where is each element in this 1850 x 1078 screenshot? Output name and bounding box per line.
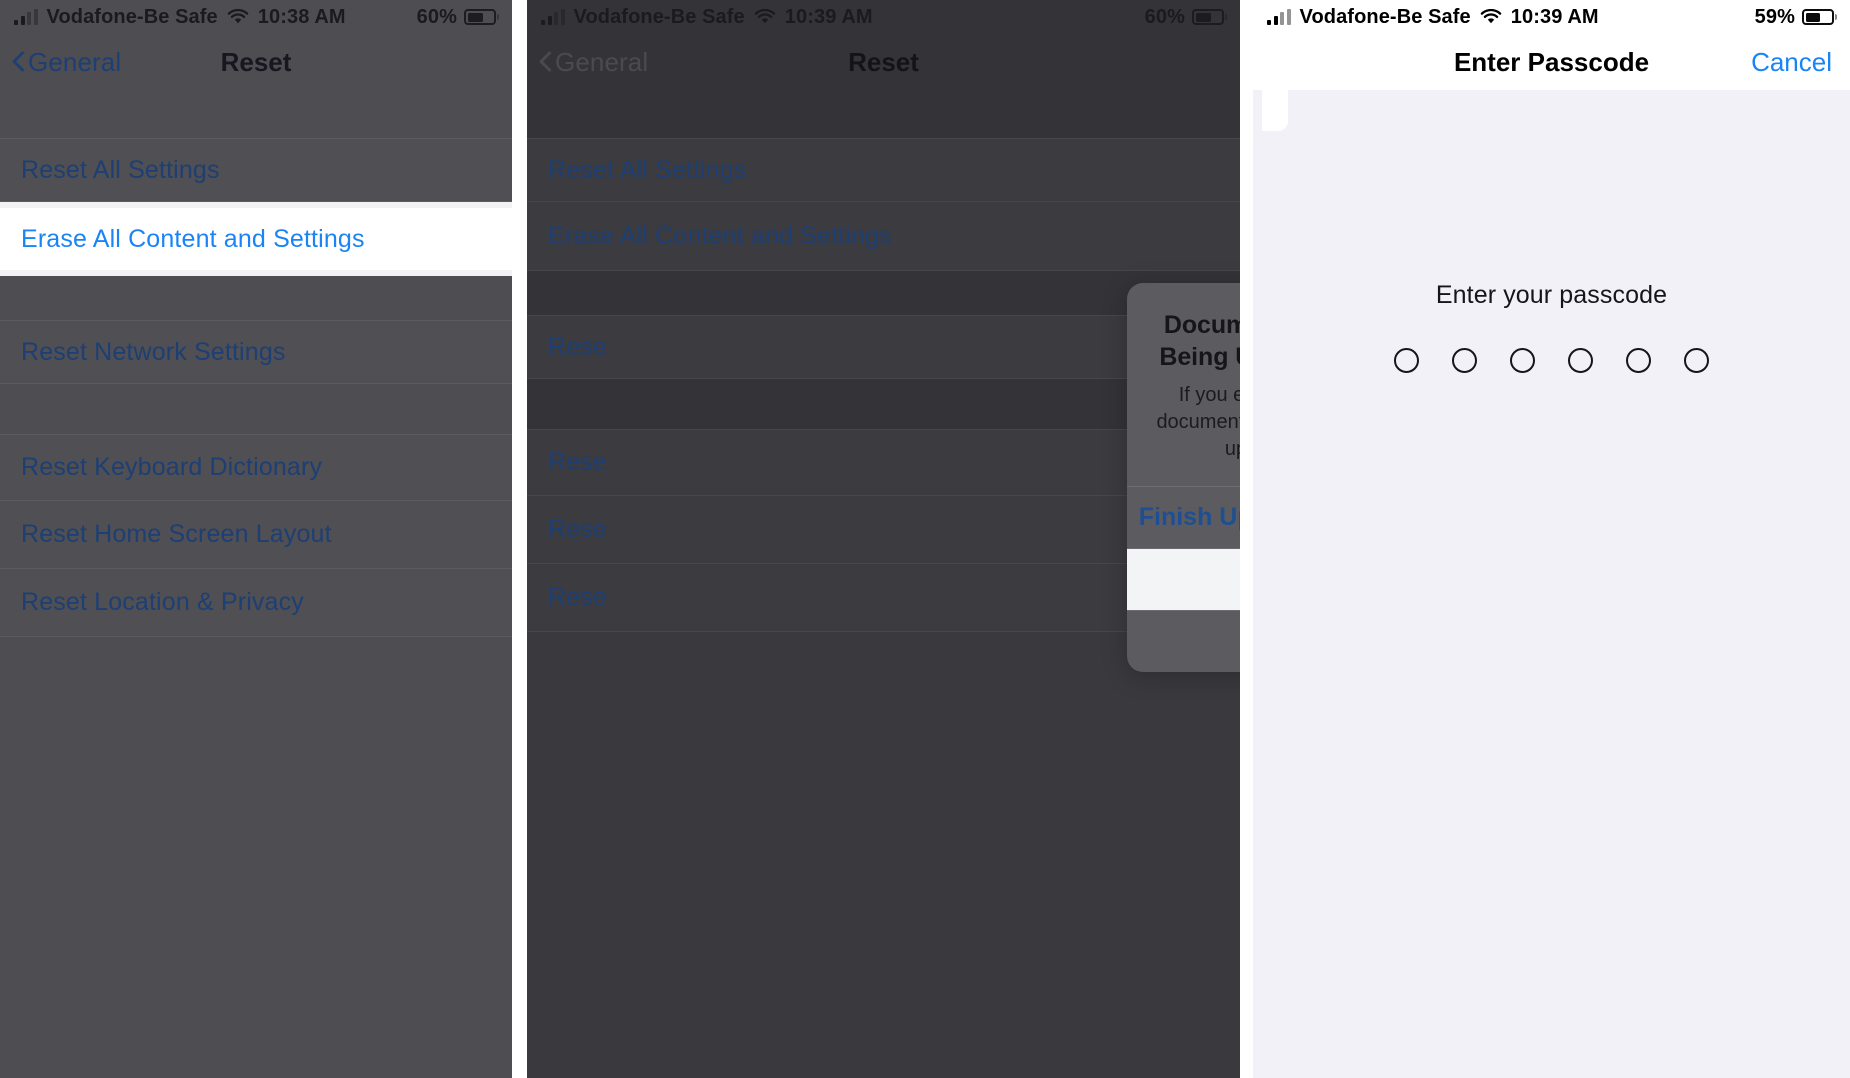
list-item-reset-all-settings[interactable]: Reset All Settings bbox=[527, 139, 1240, 201]
wifi-icon bbox=[1480, 9, 1502, 25]
status-bar-right: 60% bbox=[1145, 6, 1224, 29]
list-item-label: Reset Location & Privacy bbox=[21, 588, 304, 616]
list-item-label: Reset Network Settings bbox=[21, 337, 286, 366]
carrier-label: Vodafone-Be Safe bbox=[573, 5, 745, 28]
status-bar-right: 60% bbox=[417, 6, 496, 29]
back-button-general[interactable]: General bbox=[0, 47, 121, 78]
list-item-label: Reset All Settings bbox=[548, 155, 747, 184]
status-bar: Vodafone-Be Safe 10:39 AM 59% bbox=[1253, 0, 1850, 34]
phone-screen-reset-list: Vodafone-Be Safe 10:38 AM 60% General Re… bbox=[0, 0, 512, 1078]
chevron-left-icon bbox=[12, 51, 25, 73]
status-bar: Vodafone-Be Safe 10:38 AM 60% bbox=[0, 0, 512, 34]
list-item-reset-home-screen-layout[interactable]: Reset Home Screen Layout bbox=[0, 501, 512, 568]
cellular-signal-icon bbox=[14, 9, 38, 25]
battery-icon bbox=[1192, 9, 1224, 25]
list-item-reset-location-and-privacy[interactable]: Reset Location & Privacy bbox=[0, 569, 512, 636]
chevron-left-icon bbox=[539, 51, 552, 73]
passcode-body: Enter your passcode bbox=[1253, 90, 1850, 1078]
clock-label: 10:39 AM bbox=[784, 5, 873, 28]
carrier-label: Vodafone-Be Safe bbox=[46, 5, 218, 28]
alert-header: Documents and Data Are Being Uploaded to… bbox=[1127, 283, 1240, 486]
list-section-gap bbox=[0, 276, 512, 320]
battery-percent-label: 60% bbox=[1144, 5, 1185, 28]
wifi-icon bbox=[754, 9, 776, 25]
navigation-bar: General Reset bbox=[0, 34, 512, 90]
status-bar: Vodafone-Be Safe 10:39 AM 60% bbox=[527, 0, 1240, 34]
back-button-general[interactable]: General bbox=[527, 47, 648, 78]
battery-percent-label: 59% bbox=[1754, 5, 1795, 28]
back-button-label: General bbox=[555, 46, 649, 77]
cancel-button-label: Cancel bbox=[1751, 46, 1832, 77]
alert-message: If you erase now, you will lose document… bbox=[1156, 384, 1240, 461]
cellular-signal-icon bbox=[1267, 9, 1291, 25]
list-item-label: Reset Home Screen Layout bbox=[21, 520, 332, 548]
alert-button-cancel[interactable]: Cancel bbox=[1127, 611, 1240, 672]
passcode-dot bbox=[1568, 348, 1593, 373]
list-item-reset-network-settings[interactable]: Reset Network Settings bbox=[0, 321, 512, 383]
list-item-label: Rese bbox=[548, 332, 607, 361]
status-bar-left: Vodafone-Be Safe 10:38 AM bbox=[14, 6, 346, 29]
phone-screen-erase-alert: Vodafone-Be Safe 10:39 AM 60% General Re… bbox=[527, 0, 1240, 1078]
list-item-reset-all-settings[interactable]: Reset All Settings bbox=[0, 139, 512, 201]
status-bar-left: Vodafone-Be Safe 10:39 AM bbox=[541, 6, 873, 29]
list-item-label: Reset All Settings bbox=[21, 155, 220, 184]
battery-icon bbox=[464, 9, 496, 25]
carrier-label: Vodafone-Be Safe bbox=[1299, 5, 1471, 28]
cellular-signal-icon bbox=[541, 9, 565, 25]
list-item-erase-all-content-and-settings[interactable]: Erase All Content and Settings bbox=[527, 202, 1240, 270]
clock-label: 10:39 AM bbox=[1510, 5, 1599, 28]
passcode-dot bbox=[1452, 348, 1477, 373]
list-section-gap bbox=[0, 384, 512, 434]
passcode-dot bbox=[1510, 348, 1535, 373]
list-item-label: Rese bbox=[548, 583, 607, 611]
list-item-erase-all-content-and-settings[interactable]: Erase All Content and Settings bbox=[0, 208, 512, 270]
cancel-button[interactable]: Cancel bbox=[1751, 47, 1850, 78]
list-item-reset-keyboard-dictionary[interactable]: Reset Keyboard Dictionary bbox=[0, 435, 512, 500]
passcode-prompt: Enter your passcode bbox=[1435, 281, 1668, 309]
navigation-bar: Enter Passcode Cancel bbox=[1253, 34, 1850, 90]
list-item-label: Erase All Content and Settings bbox=[21, 224, 365, 253]
list-top-gap bbox=[527, 90, 1240, 138]
list-item-label: Rese bbox=[548, 448, 607, 476]
list-bottom-fill bbox=[527, 632, 1240, 1062]
list-top-gap bbox=[0, 90, 512, 138]
clock-label: 10:38 AM bbox=[257, 5, 346, 28]
passcode-dot bbox=[1684, 348, 1709, 373]
panel-gutter bbox=[1240, 0, 1253, 1078]
panel-gutter bbox=[512, 0, 527, 1078]
passcode-dot bbox=[1394, 348, 1419, 373]
alert-button-label: Finish Uploading Then Erase bbox=[1138, 502, 1240, 531]
list-item-label: Rese bbox=[548, 515, 607, 543]
separator bbox=[0, 636, 512, 637]
alert-button-finish-uploading-then-erase[interactable]: Finish Uploading Then Erase bbox=[1127, 487, 1240, 548]
alert-title: Documents and Data Are Being Uploaded to… bbox=[1159, 311, 1240, 371]
status-bar-left: Vodafone-Be Safe 10:39 AM bbox=[1267, 6, 1599, 29]
passcode-dot bbox=[1626, 348, 1651, 373]
phone-screen-enter-passcode: Vodafone-Be Safe 10:39 AM 59% Enter Pass… bbox=[1253, 0, 1850, 1078]
settings-list: Reset All Settings Erase All Content and… bbox=[0, 90, 512, 637]
passcode-dots[interactable] bbox=[1253, 348, 1850, 373]
battery-icon bbox=[1802, 9, 1834, 25]
list-item-label: Reset Keyboard Dictionary bbox=[21, 453, 323, 481]
battery-percent-label: 60% bbox=[416, 5, 457, 28]
alert-button-erase-now[interactable]: Erase Now bbox=[1127, 548, 1240, 610]
back-button-label: General bbox=[28, 46, 122, 77]
wifi-icon bbox=[227, 9, 249, 25]
navigation-bar: General Reset bbox=[527, 34, 1240, 90]
screenshot-strip: Vodafone-Be Safe 10:38 AM 60% General Re… bbox=[0, 0, 1850, 1078]
icloud-upload-alert: Documents and Data Are Being Uploaded to… bbox=[1127, 283, 1240, 672]
status-bar-right: 59% bbox=[1755, 6, 1834, 29]
list-item-label: Erase All Content and Settings bbox=[548, 221, 892, 250]
screen-corner-artifact bbox=[1262, 90, 1288, 131]
